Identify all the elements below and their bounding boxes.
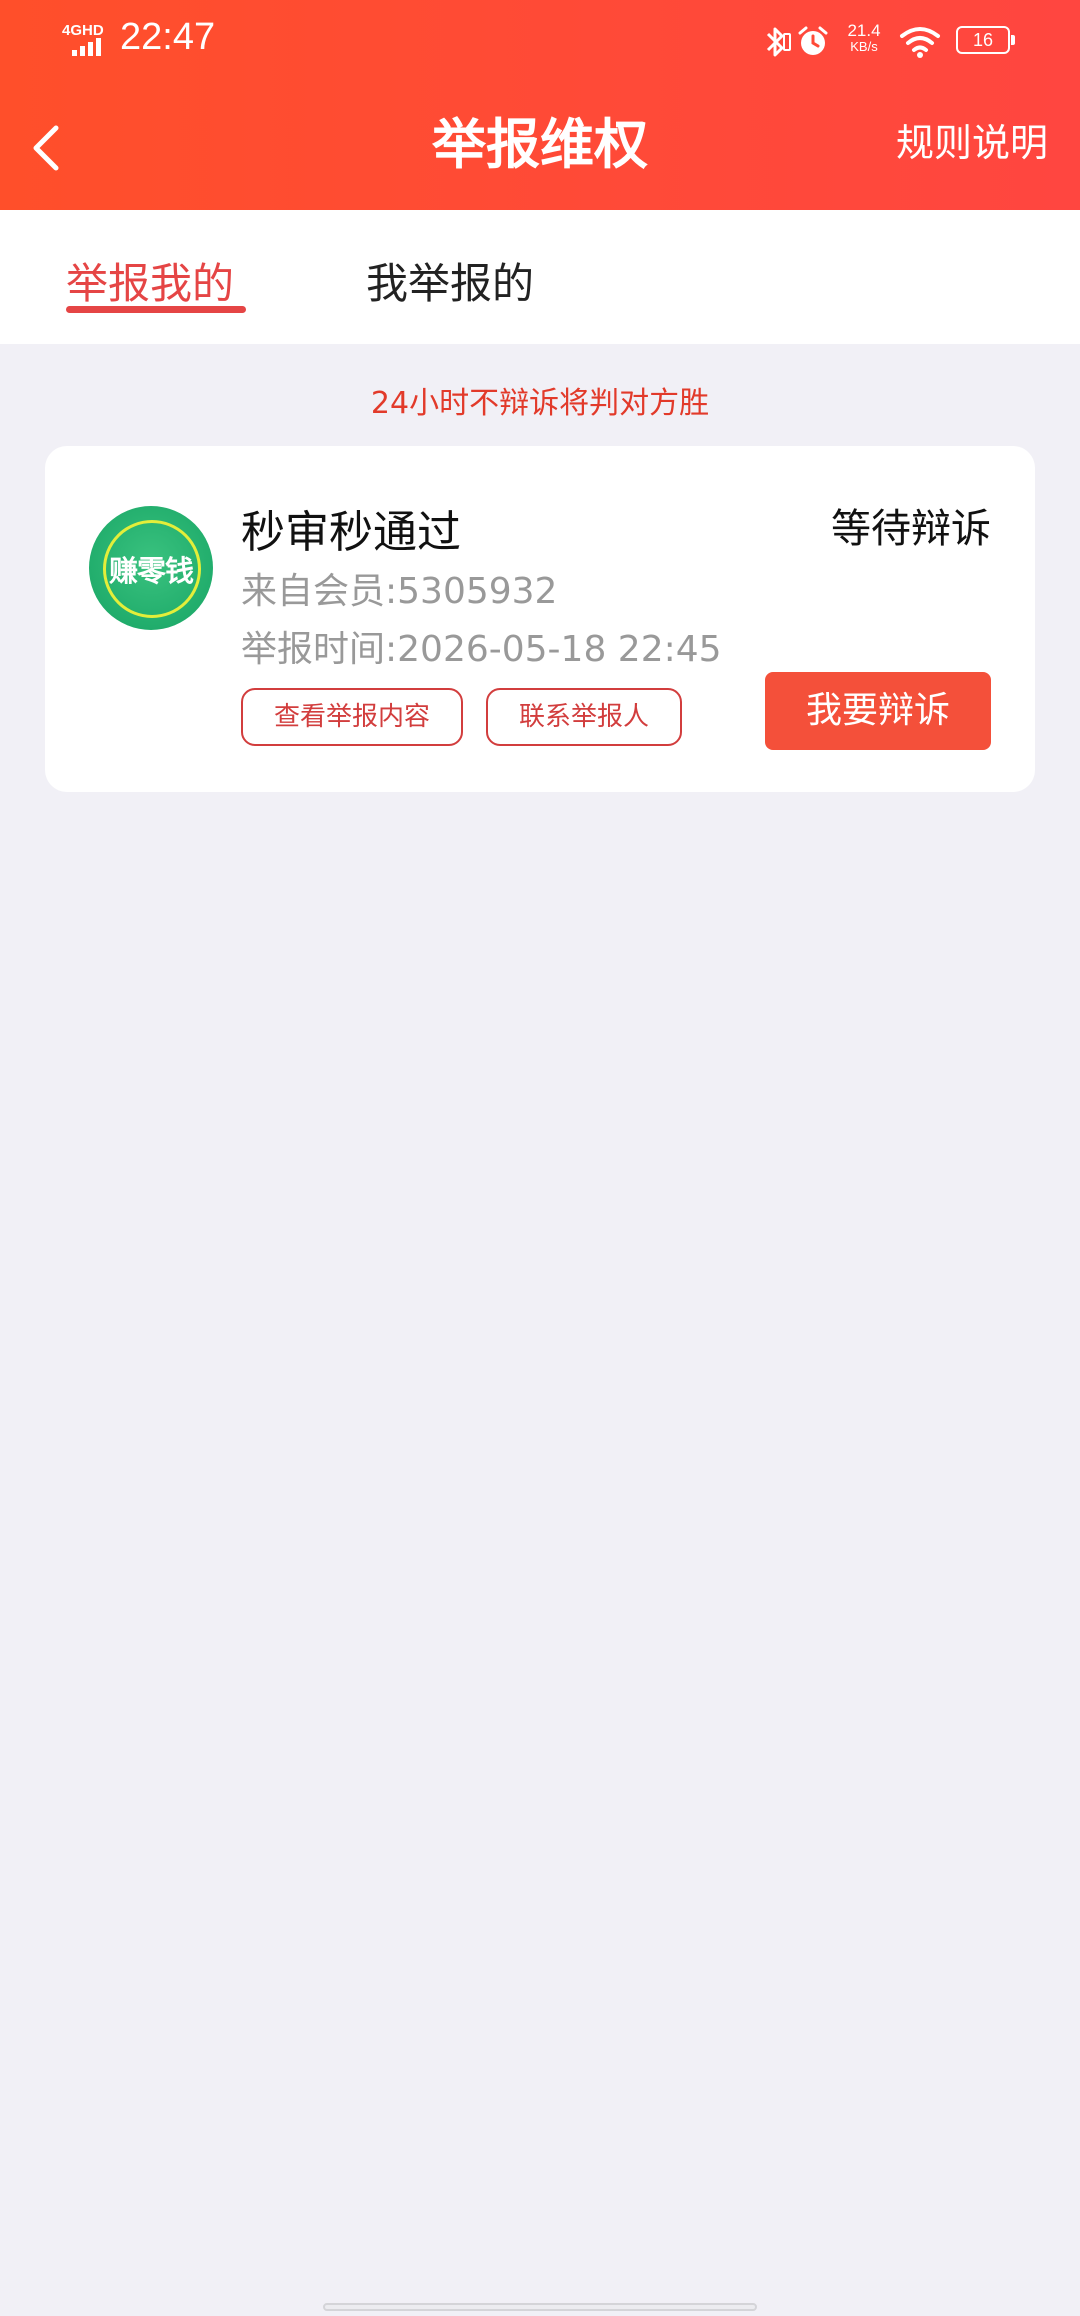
home-indicator[interactable] — [323, 2303, 757, 2311]
battery-icon: 16 — [956, 26, 1015, 54]
network-speed-value: 21.4 — [847, 21, 881, 40]
status-time: 22:47 — [120, 16, 216, 58]
status-bar: 4GHD 22:47 21.4 KB/s 16 — [0, 0, 1080, 90]
reporter-member: 来自会员:5305932 — [241, 571, 558, 612]
wifi-icon — [900, 27, 940, 58]
bluetooth-icon — [766, 27, 791, 57]
network-speed: 21.4 KB/s — [840, 22, 888, 53]
active-tab-indicator — [66, 306, 246, 313]
rules-link[interactable]: 规则说明 — [896, 112, 1048, 167]
avatar-logo-text: 赚零钱 — [108, 554, 194, 588]
view-report-button[interactable]: 查看举报内容 — [241, 688, 463, 746]
report-title: 秒审秒通过 — [241, 507, 461, 558]
app-header: 4GHD 22:47 21.4 KB/s 16 举报维权 规则说明 — [0, 0, 1080, 210]
report-time: 举报时间:2026-05-18 22:45 — [241, 629, 722, 670]
cellular-signal-icon: 4GHD — [62, 22, 110, 58]
status-badge: 等待辩诉 — [831, 506, 991, 552]
contact-reporter-button[interactable]: 联系举报人 — [486, 688, 682, 746]
tab-bar: 举报我的 我举报的 — [0, 210, 1080, 344]
alarm-icon — [798, 26, 828, 55]
tab-reported-me[interactable]: 举报我的 — [66, 250, 234, 311]
notice-text: 24小时不辩诉将判对方胜 — [370, 386, 710, 421]
avatar: 赚零钱 — [89, 506, 213, 630]
defend-button[interactable]: 我要辩诉 — [765, 672, 991, 750]
nav-bar: 举报维权 规则说明 — [0, 90, 1080, 210]
tab-my-reports[interactable]: 我举报的 — [366, 250, 534, 311]
report-card: 赚零钱 秒审秒通过 等待辩诉 来自会员:5305932 举报时间:2026-05… — [45, 446, 1035, 792]
network-speed-unit: KB/s — [850, 39, 878, 54]
